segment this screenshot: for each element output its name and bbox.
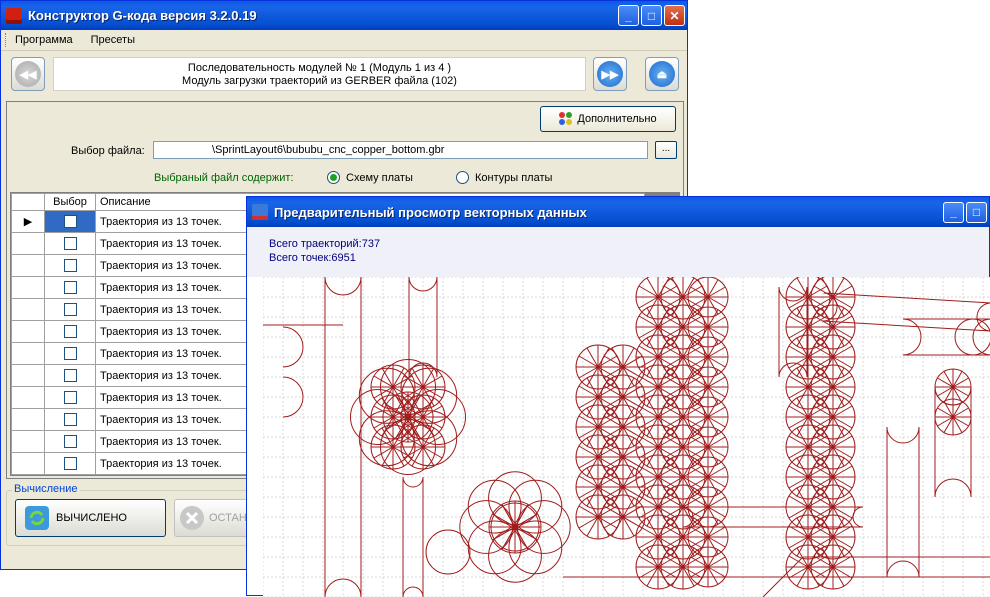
row-checkbox[interactable]	[63, 369, 77, 382]
pcb-vector-drawing	[263, 277, 990, 597]
select-cell[interactable]	[44, 386, 96, 409]
menu-grip	[5, 33, 9, 47]
palette-icon	[559, 112, 573, 126]
row-checkbox[interactable]	[63, 303, 77, 316]
row-header	[11, 254, 45, 277]
module-info: Последовательность модулей № 1 (Модуль 1…	[53, 57, 586, 91]
row-checkbox[interactable]	[63, 215, 77, 228]
total-points-text: Всего точек:6951	[269, 252, 356, 264]
stop-icon	[180, 506, 204, 530]
row-header-corner	[11, 193, 45, 211]
row-checkbox[interactable]	[63, 435, 77, 448]
preview-maximize-button[interactable]: □	[966, 201, 987, 223]
radio-contours[interactable]: Контуры платы	[456, 171, 552, 184]
select-cell[interactable]	[44, 210, 96, 233]
row-header	[11, 298, 45, 321]
main-window-title: Конструктор G-кода версия 3.2.0.19	[28, 8, 257, 23]
module-name-text: Модуль загрузки траекторий из GERBER фай…	[182, 75, 457, 87]
select-cell[interactable]	[44, 430, 96, 453]
select-cell[interactable]	[44, 298, 96, 321]
maximize-button[interactable]: □	[641, 5, 662, 26]
menu-program[interactable]: Программа	[15, 34, 73, 46]
contains-label: Выбраный файл содержит:	[154, 172, 294, 184]
row-header	[11, 364, 45, 387]
select-cell[interactable]	[44, 408, 96, 431]
calculation-group: Вычисление ВЫЧИСЛЕНО ОСТАН	[6, 483, 276, 546]
rewind-icon: ◀◀	[15, 61, 41, 87]
eject-icon: ⏏	[649, 61, 675, 87]
stop-button-label: ОСТАН	[209, 512, 247, 524]
row-checkbox[interactable]	[63, 281, 77, 294]
contents-row: Выбраный файл содержит: Схему платы Конт…	[7, 170, 683, 188]
extra-button-label: Дополнительно	[577, 113, 657, 125]
close-button[interactable]: ✕	[664, 5, 685, 26]
row-checkbox[interactable]	[63, 325, 77, 338]
select-cell[interactable]	[44, 254, 96, 277]
row-checkbox[interactable]	[63, 259, 77, 272]
select-cell[interactable]	[44, 276, 96, 299]
preview-minimize-button[interactable]: _	[943, 201, 964, 223]
eject-button[interactable]: ⏏	[645, 57, 679, 91]
row-header	[11, 232, 45, 255]
menu-bar: Программа Пресеты	[1, 30, 687, 51]
module-sequence-text: Последовательность модулей № 1 (Модуль 1…	[187, 62, 452, 74]
app-icon	[6, 7, 22, 24]
current-row-indicator: ▶	[11, 210, 45, 233]
main-titlebar[interactable]: Конструктор G-кода версия 3.2.0.19 _ □ ✕	[1, 1, 687, 30]
preview-app-icon	[252, 204, 268, 220]
extra-button[interactable]: Дополнительно	[540, 106, 676, 132]
preview-titlebar[interactable]: Предварительный просмотр векторных данны…	[247, 197, 989, 227]
radio-scheme-label: Схему платы	[346, 171, 413, 184]
row-checkbox[interactable]	[63, 413, 77, 426]
next-module-button[interactable]: ▶▶	[593, 57, 627, 91]
minimize-button[interactable]: _	[618, 5, 639, 26]
row-checkbox[interactable]	[63, 347, 77, 360]
row-header	[11, 276, 45, 299]
radio-selected-icon	[327, 171, 340, 184]
select-cell[interactable]	[44, 320, 96, 343]
file-path-input[interactable]: \SprintLayout6\bububu_cnc_copper_bottom.…	[153, 141, 648, 159]
preview-window: Предварительный просмотр векторных данны…	[246, 196, 990, 597]
prev-module-button[interactable]: ◀◀	[11, 57, 45, 91]
select-cell[interactable]	[44, 364, 96, 387]
select-cell[interactable]	[44, 342, 96, 365]
fast-forward-icon: ▶▶	[597, 61, 623, 87]
total-paths-text: Всего траекторий:737	[269, 238, 381, 250]
preview-window-title: Предварительный просмотр векторных данны…	[274, 204, 587, 220]
row-checkbox[interactable]	[63, 391, 77, 404]
radio-scheme[interactable]: Схему платы	[327, 171, 413, 184]
radio-contours-label: Контуры платы	[475, 171, 553, 184]
menu-presets[interactable]: Пресеты	[91, 34, 135, 46]
calculate-button-label: ВЫЧИСЛЕНО	[56, 512, 127, 524]
select-cell[interactable]	[44, 232, 96, 255]
calculate-button[interactable]: ВЫЧИСЛЕНО	[15, 499, 166, 537]
calculation-legend: Вычисление	[12, 483, 80, 495]
row-header	[11, 408, 45, 431]
browse-button[interactable]: ...	[655, 141, 677, 159]
file-row: Выбор файла: \SprintLayout6\bububu_cnc_c…	[7, 140, 683, 162]
vector-preview-canvas[interactable]	[263, 277, 990, 597]
row-header	[11, 342, 45, 365]
row-checkbox[interactable]	[63, 237, 77, 250]
module-navigation: ◀◀ Последовательность модулей № 1 (Модул…	[9, 55, 679, 95]
file-label: Выбор файла:	[71, 145, 145, 157]
refresh-icon	[25, 506, 49, 530]
row-header	[11, 430, 45, 453]
column-header-select[interactable]: Выбор	[44, 193, 96, 211]
preview-stats: Всего траекторий:737 Всего точек:6951	[247, 227, 989, 277]
row-header	[11, 320, 45, 343]
radio-unselected-icon	[456, 171, 469, 184]
row-header	[11, 386, 45, 409]
select-cell[interactable]	[44, 452, 96, 475]
row-checkbox[interactable]	[63, 457, 77, 470]
row-header	[11, 452, 45, 475]
